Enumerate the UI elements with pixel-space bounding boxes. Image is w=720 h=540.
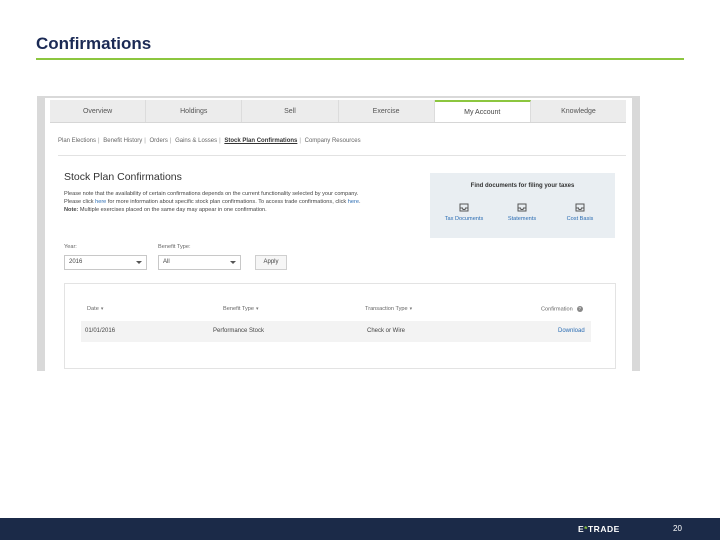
cost-basis-button[interactable]: Cost Basis — [554, 203, 606, 222]
download-link[interactable]: Download — [558, 328, 585, 334]
subnav-separator: | — [169, 138, 172, 144]
benefit-type-label: Benefit Type: — [158, 244, 191, 250]
sort-icon: ▾ — [409, 306, 413, 312]
cell-date: 01/01/2016 — [85, 328, 116, 334]
tab-holdings[interactable]: Holdings — [146, 100, 243, 122]
subnav-separator: | — [98, 138, 100, 144]
title-divider — [36, 58, 684, 60]
column-header-label: Date — [87, 306, 99, 312]
notice-line-3: Note: Multiple exercises placed on the s… — [64, 206, 429, 214]
slide: Confirmations Overview Holdings Sell Exe… — [0, 0, 720, 540]
year-select[interactable]: 2016 — [64, 255, 147, 270]
subnav-plan-elections[interactable]: Plan Elections — [58, 138, 96, 144]
inbox-icon — [575, 203, 585, 212]
benefit-type-select-value: All — [163, 259, 170, 265]
tax-documents-panel: Find documents for filing your taxes Tax… — [430, 173, 615, 238]
subnav-divider — [58, 155, 626, 156]
section-heading: Stock Plan Confirmations — [64, 171, 182, 183]
subnav-company-resources[interactable]: Company Resources — [305, 138, 361, 144]
tax-documents-button[interactable]: Tax Documents — [438, 203, 490, 222]
help-icon[interactable]: ? — [576, 306, 583, 312]
tab-sell[interactable]: Sell — [242, 100, 339, 122]
sub-navigation: Plan Elections | Benefit History | Orders |… — [58, 138, 361, 144]
cell-transaction-type: Check or Wire — [367, 328, 406, 334]
notice-text-part: Multiple exercises placed on the same da… — [78, 207, 267, 214]
note-label: Note: — [64, 207, 79, 214]
confirmations-table: Date ▾ Benefit Type ▾ Transaction Type ▾ Co… — [64, 283, 616, 369]
chevron-down-icon — [136, 261, 142, 264]
column-header-label: Confirmation — [541, 306, 573, 313]
tax-documents-label: Tax Documents — [444, 216, 484, 222]
table-row: 01/01/2016 Performance Stock Check or Wi… — [81, 321, 591, 342]
logo-text: TRADE — [587, 524, 620, 534]
tab-knowledge[interactable]: Knowledge — [531, 100, 626, 122]
subnav-gains-losses[interactable]: Gains & Losses — [175, 138, 217, 144]
tab-my-account[interactable]: My Account — [434, 100, 531, 122]
column-header-transaction-type[interactable]: Transaction Type ▾ — [365, 306, 412, 312]
column-header-confirmation: Confirmation? — [541, 306, 583, 312]
benefit-type-select[interactable]: All — [158, 255, 241, 270]
tab-exercise[interactable]: Exercise — [339, 100, 435, 122]
page-title: Confirmations — [36, 34, 152, 53]
cost-basis-label: Cost Basis — [566, 216, 594, 222]
year-select-value: 2016 — [69, 259, 83, 265]
embedded-screenshot: Overview Holdings Sell Exercise My Accou… — [37, 96, 640, 371]
subnav-orders[interactable]: Orders — [150, 138, 168, 144]
year-label: Year: — [64, 244, 77, 250]
notice-line-2: Please click here for more information a… — [64, 198, 429, 206]
statements-button[interactable]: Statements — [496, 203, 548, 222]
notice-text-part: for more information about specific stoc… — [106, 199, 348, 206]
notice-text: Please note that the availability of cer… — [64, 190, 429, 215]
subnav-benefit-history[interactable]: Benefit History — [103, 138, 142, 144]
inbox-icon — [517, 203, 527, 212]
sort-icon: ▾ — [256, 306, 259, 312]
tax-panel-title: Find documents for filing your taxes — [470, 183, 575, 189]
etrade-logo: E*TRADE — [578, 524, 620, 534]
main-nav: Overview Holdings Sell Exercise My Accou… — [50, 100, 626, 123]
subnav-separator: | — [144, 138, 146, 144]
tab-overview[interactable]: Overview — [50, 100, 147, 122]
inbox-icon — [459, 203, 469, 212]
footer-bar: E*TRADE 20 — [0, 518, 720, 540]
chevron-down-icon — [230, 261, 236, 264]
subnav-stock-plan-confirmations[interactable]: Stock Plan Confirmations — [224, 138, 297, 144]
column-header-benefit-type[interactable]: Benefit Type ▾ — [223, 306, 259, 312]
apply-button[interactable]: Apply — [255, 255, 287, 270]
plan-info-link[interactable]: here — [95, 199, 106, 205]
statements-label: Statements — [507, 216, 537, 222]
sort-icon: ▾ — [100, 306, 104, 312]
column-header-label: Benefit Type — [223, 306, 254, 312]
trade-confirmations-link[interactable]: here — [348, 199, 359, 205]
screenshot-page: Overview Holdings Sell Exercise My Accou… — [45, 98, 632, 371]
notice-text-part: . — [358, 199, 361, 206]
notice-text-part: Please click — [64, 199, 96, 206]
column-header-label: Transaction Type — [365, 306, 408, 312]
cell-benefit-type: Performance Stock — [213, 328, 265, 334]
subnav-separator: | — [299, 138, 301, 144]
notice-line-1: Please note that the availability of cer… — [64, 191, 359, 197]
page-number: 20 — [673, 524, 682, 533]
subnav-separator: | — [219, 138, 221, 144]
column-header-date[interactable]: Date ▾ — [87, 306, 103, 312]
